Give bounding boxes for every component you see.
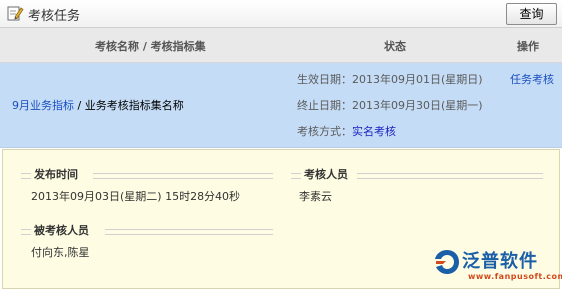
assessment-method-label: 考核方式： (297, 125, 352, 138)
brand-logo-icon (435, 250, 459, 274)
divider (291, 173, 301, 179)
brand-watermark: 泛普软件 www.fanpusoft.com (430, 245, 562, 289)
task-indicator-set: / 业务考核指标集名称 (74, 99, 184, 112)
table-header: 考核名称 / 考核指标集 状态 操作 (0, 28, 562, 63)
assessee-value: 付向东,陈星 (31, 246, 90, 259)
column-header-status[interactable]: 状态 (384, 38, 406, 54)
brand-name: 泛普软件 (462, 251, 538, 272)
column-header-name[interactable]: 考核名称 / 考核指标集 (95, 38, 206, 54)
assessee-heading: 被考核人员 (34, 224, 89, 237)
start-date-value: 2013年09月01日(星期日) (352, 73, 483, 86)
table-row[interactable]: 9月业务指标 / 业务考核指标集名称 生效日期：2013年09月01日(星期日)… (0, 63, 562, 148)
edit-document-icon (7, 6, 24, 21)
divider (93, 173, 273, 179)
end-date-value: 2013年09月30日(星期一) (352, 99, 483, 112)
divider (105, 229, 273, 235)
column-header-operation[interactable]: 操作 (517, 38, 539, 54)
start-date: 生效日期：2013年09月01日(星期日) (297, 71, 483, 87)
start-date-label: 生效日期： (297, 73, 352, 86)
publish-time-heading: 发布时间 (34, 168, 78, 181)
page-title: 考核任务 (28, 9, 81, 24)
query-button[interactable]: 查询 (506, 3, 557, 25)
end-date-label: 终止日期： (297, 99, 352, 112)
divider (21, 229, 31, 235)
end-date: 终止日期：2013年09月30日(星期一) (297, 97, 483, 113)
divider (21, 173, 31, 179)
divider (357, 173, 543, 179)
task-name-link[interactable]: 9月业务指标 (12, 99, 74, 112)
assessor-value: 李素云 (299, 190, 332, 203)
assessment-method-value: 实名考核 (352, 125, 396, 138)
brand-url: www.fanpusoft.com (468, 272, 562, 281)
assessment-method: 考核方式：实名考核 (297, 123, 396, 139)
task-assess-link[interactable]: 任务考核 (510, 71, 554, 87)
publish-time-value: 2013年09月03日(星期二) 15时28分40秒 (31, 190, 241, 203)
assessor-heading: 考核人员 (304, 168, 348, 181)
task-name: 9月业务指标 / 业务考核指标集名称 (12, 97, 184, 113)
title-bar: 考核任务 查询 (0, 0, 562, 28)
